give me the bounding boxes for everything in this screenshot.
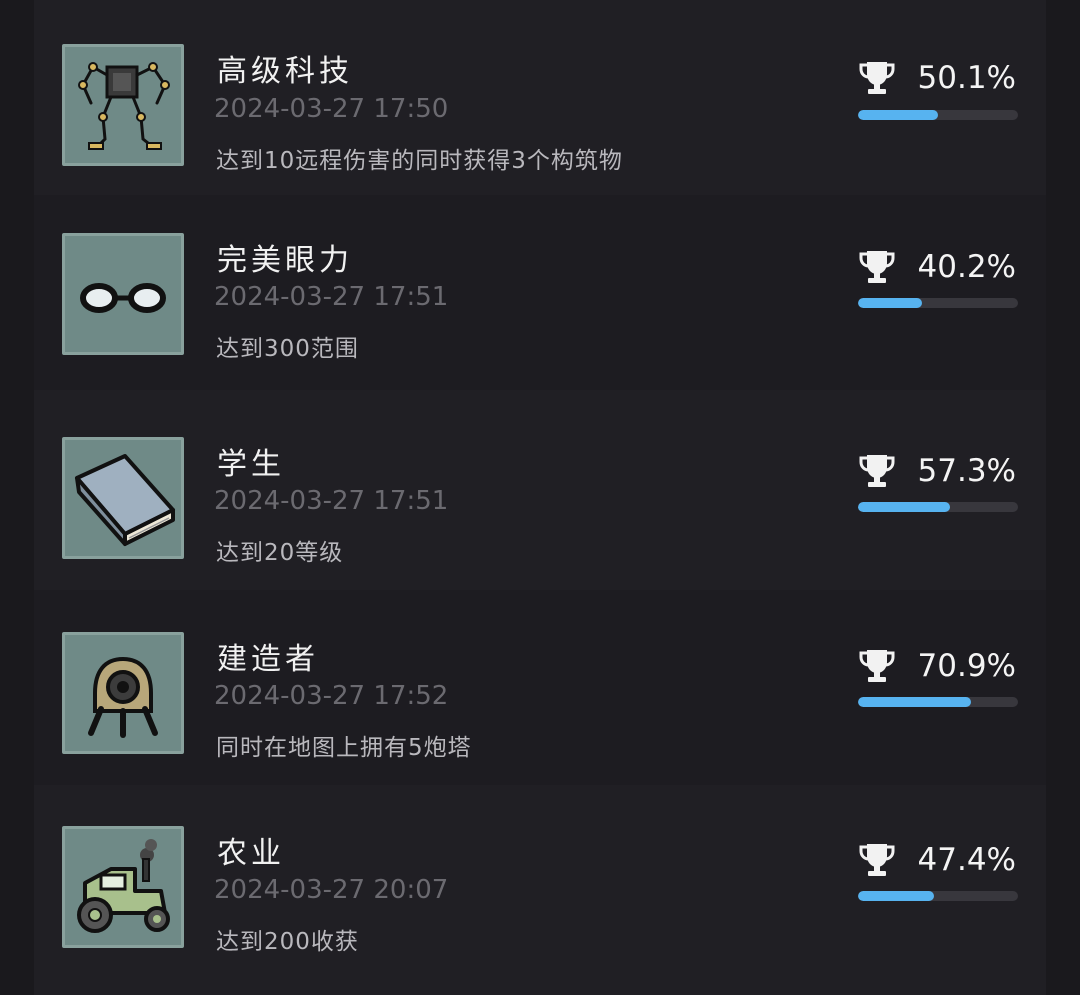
progress-fill [858, 298, 923, 308]
achievement-date: 2024-03-27 17:52 [214, 681, 449, 711]
achievement-date: 2024-03-27 17:51 [214, 282, 449, 312]
unlock-percent: 40.2% [917, 249, 1016, 285]
achievement-title: 学生 [217, 447, 285, 482]
turret-icon [62, 632, 184, 754]
achievements-panel: 高级科技 2024-03-27 17:50 达到10远程伤害的同时获得3个构筑物… [34, 0, 1046, 995]
robot-walker-icon [62, 44, 184, 166]
achievement-date: 2024-03-27 17:51 [214, 486, 449, 516]
trophy-icon [859, 251, 895, 283]
achievement-description: 达到10远程伤害的同时获得3个构筑物 [216, 148, 623, 174]
unlock-percent: 57.3% [917, 453, 1016, 489]
unlock-percent: 70.9% [917, 648, 1016, 684]
trophy-icon [859, 62, 895, 94]
unlock-percent: 50.1% [917, 60, 1016, 96]
glasses-icon [62, 233, 184, 355]
trophy-icon [859, 844, 895, 876]
achievement-row[interactable]: 完美眼力 2024-03-27 17:51 达到300范围 40.2% [34, 195, 1046, 390]
book-icon [62, 437, 184, 559]
tractor-icon [62, 826, 184, 948]
achievement-title: 高级科技 [217, 54, 353, 89]
achievement-date: 2024-03-27 20:07 [214, 875, 449, 905]
progress-bar [858, 298, 1018, 308]
trophy-icon [859, 650, 895, 682]
achievement-row[interactable]: 建造者 2024-03-27 17:52 同时在地图上拥有5炮塔 70.9% [34, 590, 1046, 785]
progress-fill [858, 110, 939, 120]
achievement-title: 建造者 [217, 642, 319, 677]
achievement-description: 达到20等级 [216, 540, 344, 566]
progress-fill [858, 502, 950, 512]
unlock-percent: 47.4% [917, 842, 1016, 878]
achievement-description: 达到300范围 [216, 336, 359, 362]
achievement-date: 2024-03-27 17:50 [214, 94, 449, 124]
progress-bar [858, 502, 1018, 512]
progress-fill [858, 697, 972, 707]
achievement-row[interactable]: 高级科技 2024-03-27 17:50 达到10远程伤害的同时获得3个构筑物… [34, 0, 1046, 195]
progress-fill [858, 891, 934, 901]
achievement-row[interactable]: 农业 2024-03-27 20:07 达到200收获 47.4% [34, 785, 1046, 980]
progress-bar [858, 110, 1018, 120]
achievement-title: 农业 [217, 836, 285, 871]
progress-bar [858, 891, 1018, 901]
achievement-description: 同时在地图上拥有5炮塔 [216, 735, 472, 761]
achievement-title: 完美眼力 [217, 243, 353, 278]
achievement-description: 达到200收获 [216, 929, 359, 955]
achievement-row[interactable]: 学生 2024-03-27 17:51 达到20等级 57.3% [34, 395, 1046, 590]
trophy-icon [859, 455, 895, 487]
progress-bar [858, 697, 1018, 707]
